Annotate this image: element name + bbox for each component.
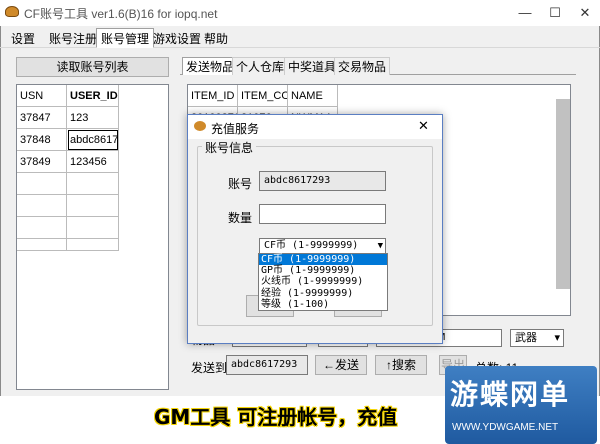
empty-cell: [67, 195, 119, 217]
col-item-id[interactable]: ITEM_ID: [188, 85, 238, 107]
send-to-field: abdc8617293: [226, 355, 308, 375]
currency-selected-value: CF币 (1-9999999): [264, 240, 359, 251]
vertical-scrollbar[interactable]: [556, 99, 570, 289]
menu-help[interactable]: 帮助: [199, 28, 233, 48]
currency-dropdown-list: CF币 (1-9999999) GP币 (1-9999999) 火线币 (1-9…: [258, 253, 388, 311]
search-button[interactable]: ↑搜索: [375, 355, 427, 375]
table-row-selected[interactable]: abdc8617293: [67, 129, 119, 151]
chevron-down-icon: ▼: [377, 241, 383, 251]
empty-cell: [17, 239, 67, 251]
option-level[interactable]: 等级 (1-100): [259, 299, 387, 310]
table-row[interactable]: 123456: [67, 151, 119, 173]
send-button[interactable]: ←发送: [315, 355, 367, 375]
amount-input[interactable]: [259, 204, 386, 224]
col-item-code[interactable]: ITEM_CO: [238, 85, 288, 107]
menu-register[interactable]: 账号注册: [44, 28, 102, 48]
close-icon[interactable]: ✕: [418, 118, 429, 134]
dialog-title-bar: 充值服务 ✕: [188, 115, 442, 139]
option-huoxian-coin[interactable]: 火线币 (1-9999999): [259, 276, 387, 287]
menu-game-settings[interactable]: 游戏设置: [148, 28, 206, 48]
col-user-id[interactable]: USER_ID: [67, 85, 119, 107]
currency-select[interactable]: CF币 (1-9999999) ▼: [259, 238, 386, 254]
empty-cell: [17, 173, 67, 195]
read-account-list-button[interactable]: 读取账号列表: [16, 57, 169, 77]
col-name[interactable]: NAME: [288, 85, 338, 107]
empty-cell: [67, 239, 119, 251]
window-title: CF账号工具 ver1.6(B)16 for iopq.net: [24, 7, 218, 21]
maximize-icon[interactable]: ☐: [540, 0, 570, 26]
menu-account-manage[interactable]: 账号管理: [96, 28, 155, 48]
menu-bar: 设置 账号注册 账号管理 游戏设置 帮助: [0, 28, 600, 48]
tab-personal-storage[interactable]: 个人仓库: [232, 57, 289, 75]
send-to-label: 发送到: [191, 361, 228, 375]
title-bar: CF账号工具 ver1.6(B)16 for iopq.net — ☐ ✕: [0, 0, 600, 26]
watermark-name: 游蝶网单: [450, 378, 571, 411]
tab-trade-items[interactable]: 交易物品: [334, 57, 391, 75]
option-experience[interactable]: 经验 (1-9999999): [259, 288, 387, 299]
empty-cell: [17, 195, 67, 217]
table-row[interactable]: 123: [67, 107, 119, 129]
account-field: abdc8617293: [259, 171, 386, 191]
empty-cell: [17, 217, 67, 239]
close-icon[interactable]: ✕: [570, 0, 600, 26]
minimize-icon[interactable]: —: [510, 0, 540, 26]
empty-cell: [67, 173, 119, 195]
amount-label: 数量: [228, 211, 253, 225]
promo-caption: GM工具 可注册帐号，充值: [154, 405, 398, 429]
dialog-title: 充值服务: [211, 122, 260, 136]
col-usn[interactable]: USN: [17, 85, 67, 107]
tab-send-items[interactable]: 发送物品: [182, 57, 239, 75]
table-row[interactable]: 37847: [17, 107, 67, 129]
category-select[interactable]: 武器 ▾: [510, 329, 564, 347]
option-cf-coin[interactable]: CF币 (1-9999999): [259, 254, 387, 266]
app-icon: [5, 6, 19, 17]
table-row[interactable]: 37848: [17, 129, 67, 151]
account-list-grid[interactable]: USN USER_ID 37847 123 37848 abdc8617293 …: [16, 84, 169, 390]
tab-prize-items[interactable]: 中奖道具: [284, 57, 341, 75]
option-gp-coin[interactable]: GP币 (1-9999999): [259, 265, 387, 276]
chevron-down-icon: ▾: [554, 331, 560, 344]
app-icon: [194, 121, 206, 131]
empty-cell: [67, 217, 119, 239]
table-row[interactable]: 37849: [17, 151, 67, 173]
category-value: 武器: [515, 331, 537, 344]
watermark-url: WWW.YDWGAME.NET: [452, 422, 559, 433]
account-label: 账号: [228, 177, 253, 191]
group-label: 账号信息: [202, 139, 257, 156]
menu-settings[interactable]: 设置: [6, 28, 40, 48]
